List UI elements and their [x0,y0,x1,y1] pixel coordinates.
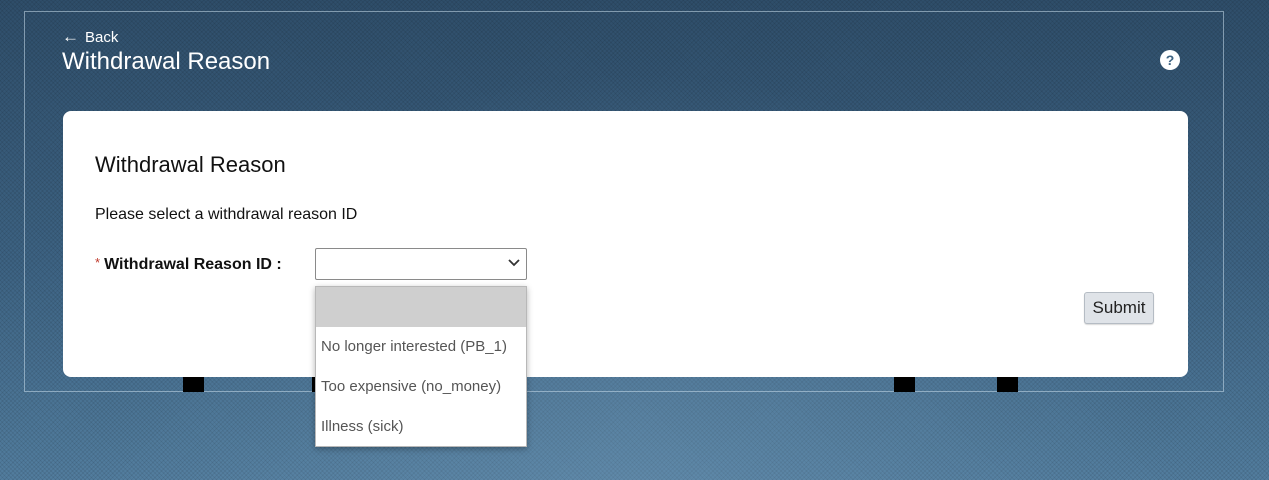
withdrawal-reason-dropdown: No longer interested (PB_1) Too expensiv… [315,286,527,447]
submit-button[interactable]: Submit [1084,292,1154,324]
back-label: Back [85,29,119,46]
dropdown-option-blank[interactable] [316,287,526,327]
back-arrow-icon: ← [62,27,79,46]
dropdown-option-illness[interactable]: Illness (sick) [316,407,526,447]
dropdown-option-no-longer-interested[interactable]: No longer interested (PB_1) [316,327,526,367]
black-block [894,376,915,392]
black-block [183,376,204,392]
withdrawal-reason-label: * Withdrawal Reason ID : [95,255,282,274]
withdrawal-reason-select[interactable] [315,248,527,280]
required-marker: * [95,255,101,270]
withdrawal-reason-label-text: Withdrawal Reason ID : [104,256,282,273]
card-title: Withdrawal Reason [95,152,286,177]
help-icon[interactable]: ? [1160,50,1180,70]
page-title: Withdrawal Reason [62,48,271,75]
dropdown-option-too-expensive[interactable]: Too expensive (no_money) [316,367,526,407]
chevron-down-icon [508,259,520,267]
black-block [997,376,1018,392]
card-instruction: Please select a withdrawal reason ID [95,206,358,223]
withdrawal-reason-card: Withdrawal Reason Please select a withdr… [63,111,1188,377]
back-link[interactable]: ← Back [62,27,118,47]
